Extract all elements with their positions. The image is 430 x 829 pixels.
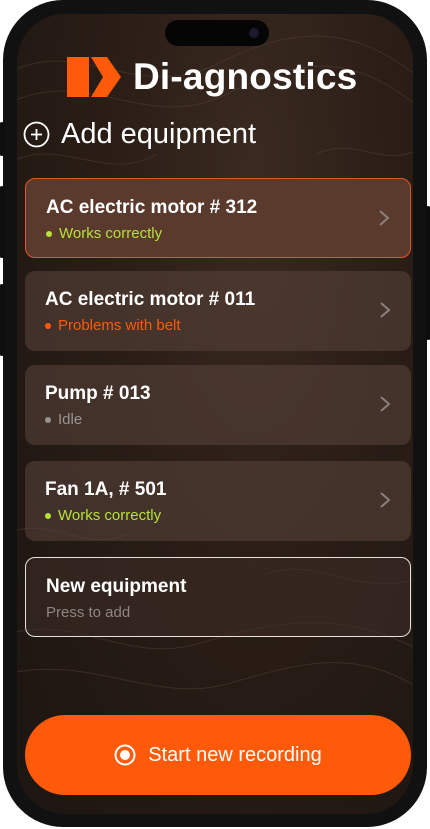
- new-equipment-title: New equipment: [46, 576, 187, 597]
- app-screen: Di-agnostics Add equipment AC electric m…: [17, 14, 413, 814]
- brand-name: Di-agnostics: [133, 56, 358, 97]
- equipment-name: Fan 1A, # 501: [45, 479, 167, 500]
- di-agnostics-logo: [67, 57, 121, 97]
- equipment-name: AC electric motor # 011: [45, 289, 256, 310]
- start-recording-button[interactable]: Start new recording: [25, 715, 411, 795]
- equipment-status: Idle: [45, 411, 82, 428]
- new-equipment-hint: Press to add: [46, 604, 131, 621]
- equipment-card[interactable]: Pump # 013 Idle: [25, 365, 411, 445]
- equipment-status-label: Works correctly: [59, 225, 163, 242]
- equipment-status: Works correctly: [46, 225, 162, 242]
- status-dot: [46, 230, 52, 237]
- equipment-status: Problems with belt: [45, 317, 181, 334]
- camera-icon: [249, 28, 259, 38]
- equipment-name: Pump # 013: [45, 383, 151, 404]
- dynamic-island: [165, 20, 269, 46]
- phone-frame: Di-agnostics Add equipment AC electric m…: [0, 0, 430, 827]
- equipment-card[interactable]: AC electric motor # 011 Problems with be…: [25, 271, 411, 351]
- side-button-power: [425, 206, 430, 340]
- add-equipment-button[interactable]: Add equipment: [23, 118, 256, 151]
- equipment-card[interactable]: AC electric motor # 312 Works correctly: [25, 178, 411, 258]
- start-recording-label: Start new recording: [148, 743, 322, 766]
- status-dot: [45, 416, 51, 423]
- status-dot: [45, 322, 51, 329]
- record-icon: [114, 744, 136, 766]
- new-equipment-card[interactable]: New equipment Press to add: [25, 557, 411, 637]
- equipment-status-label: Problems with belt: [58, 317, 181, 334]
- equipment-name: AC electric motor # 312: [46, 197, 258, 218]
- equipment-status-label: Works correctly: [58, 507, 162, 524]
- chevron-right-icon: [379, 210, 390, 226]
- side-button-volume-down: [0, 284, 5, 356]
- side-button-action: [0, 122, 5, 156]
- chevron-right-icon: [380, 492, 391, 508]
- chevron-right-icon: [380, 396, 391, 412]
- add-equipment-label: Add equipment: [61, 118, 257, 150]
- side-button-volume-up: [0, 186, 5, 258]
- equipment-status: Works correctly: [45, 507, 161, 524]
- plus-circle-icon: [23, 121, 50, 148]
- equipment-card[interactable]: Fan 1A, # 501 Works correctly: [25, 461, 411, 541]
- status-dot: [45, 512, 51, 519]
- brand-header: Di-agnostics: [67, 56, 357, 98]
- equipment-status-label: Idle: [58, 411, 83, 428]
- chevron-right-icon: [380, 302, 391, 318]
